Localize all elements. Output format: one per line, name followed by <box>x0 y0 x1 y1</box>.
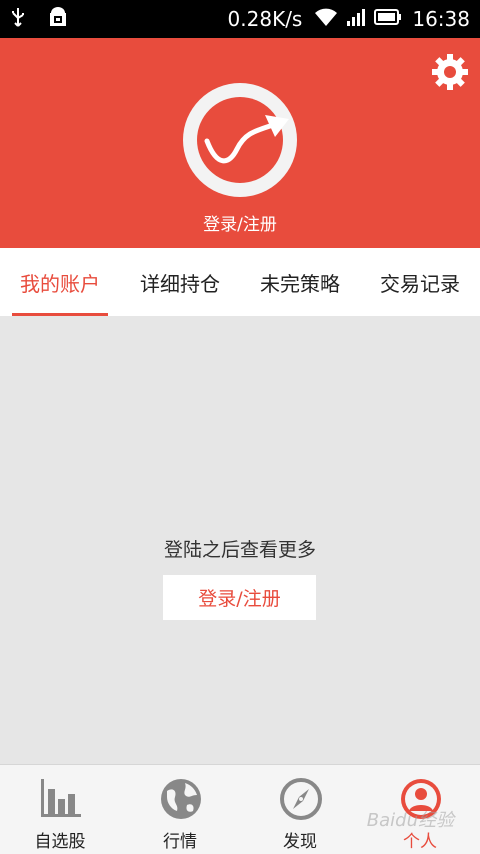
bottom-navigation: 自选股 行情 发现 个人 Baidu经验 <box>0 764 480 854</box>
tab-bar: 我的账户 详细持仓 未完策略 交易记录 <box>0 248 480 316</box>
header-login-link[interactable]: 登录/注册 <box>0 210 480 235</box>
login-prompt: 登陆之后查看更多 <box>163 539 316 561</box>
profile-header: 登录/注册 <box>0 38 480 248</box>
gear-icon[interactable] <box>430 52 470 92</box>
nav-watchlist[interactable]: 自选股 <box>0 765 120 854</box>
watermark: Baidu经验 <box>366 810 454 831</box>
nav-discover[interactable]: 发现 <box>240 765 360 854</box>
battery-icon <box>374 7 402 31</box>
tab-trade-history[interactable]: 交易记录 <box>360 248 480 316</box>
android-debug-icon <box>46 6 70 32</box>
nav-label: 行情 <box>163 832 197 852</box>
tab-label: 我的账户 <box>20 271 100 296</box>
usb-icon <box>10 7 26 31</box>
tab-pending-strategies[interactable]: 未完策略 <box>240 248 360 316</box>
login-register-button[interactable]: 登录/注册 <box>163 575 316 620</box>
nav-label: 发现 <box>283 832 317 852</box>
logo-icon <box>197 97 289 183</box>
tab-my-account[interactable]: 我的账户 <box>0 248 120 316</box>
tab-positions[interactable]: 详细持仓 <box>120 248 240 316</box>
tab-label: 详细持仓 <box>140 271 220 296</box>
tab-label: 未完策略 <box>260 271 340 296</box>
status-bar: 0.28K/s 16:38 <box>0 0 480 38</box>
nav-label: 自选股 <box>34 832 86 852</box>
bar-chart-icon <box>39 777 83 821</box>
clock: 16:38 <box>412 7 470 31</box>
tab-label: 交易记录 <box>380 271 460 296</box>
network-speed: 0.28K/s <box>227 7 303 31</box>
nav-market[interactable]: 行情 <box>120 765 240 854</box>
signal-icon <box>346 7 366 32</box>
globe-icon <box>159 777 203 821</box>
avatar[interactable] <box>183 83 297 197</box>
account-content: 登陆之后查看更多 登录/注册 <box>0 316 480 764</box>
compass-icon <box>279 777 323 821</box>
wifi-icon <box>314 7 338 32</box>
